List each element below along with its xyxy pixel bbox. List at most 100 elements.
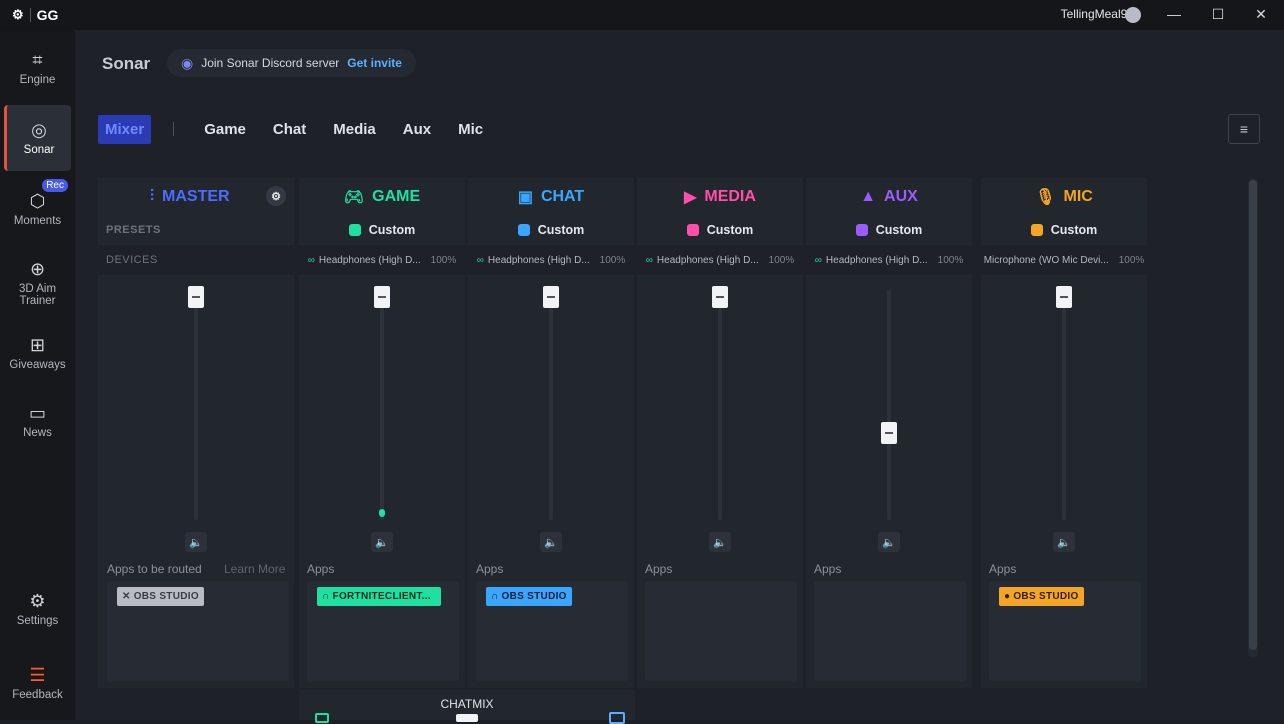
mic-device-row[interactable]: Microphone (WO Mic Devi... 100% <box>981 245 1147 275</box>
aux-apps-box[interactable] <box>814 581 966 681</box>
microphone-icon: 🎙︎ <box>1035 188 1056 206</box>
mic-mute-button[interactable]: 🔈 <box>1053 532 1075 552</box>
master-header: ⫶ MASTER ⚙ <box>98 178 294 215</box>
tab-chat[interactable]: Chat <box>273 121 306 138</box>
chat-device-row[interactable]: ∞ Headphones (High D... 100% <box>468 245 634 275</box>
aux-volume-knob[interactable] <box>881 422 897 445</box>
master-title: MASTER <box>162 187 230 205</box>
preset-icon <box>517 224 530 236</box>
game-volume-track[interactable] <box>380 290 384 520</box>
preset-icon <box>1030 224 1043 236</box>
hamburger-menu-button[interactable]: ≡ <box>1228 114 1260 144</box>
sidebar-item-label: Engine <box>19 74 56 86</box>
link-icon: ∞ <box>307 254 315 266</box>
master-volume-knob[interactable] <box>188 286 204 308</box>
mic-preset-selector[interactable]: Custom <box>981 215 1147 245</box>
get-invite-link[interactable]: Get invite <box>347 56 402 70</box>
media-preset-selector[interactable]: Custom <box>637 215 803 245</box>
aux-volume-track[interactable] <box>887 290 891 520</box>
tab-mic[interactable]: Mic <box>458 121 483 138</box>
mic-apps-label: Apps <box>989 562 1017 576</box>
username[interactable]: TellingMeal94 <box>1061 7 1134 21</box>
game-volume-knob[interactable] <box>374 286 390 308</box>
app-chip-fortnite[interactable]: ∩ FORTNITECLIENT... <box>317 587 441 606</box>
game-mute-button[interactable]: 🔈 <box>371 532 393 552</box>
app-chip-obs-studio[interactable]: ✕ OBS STUDIO <box>117 587 204 606</box>
media-device-row[interactable]: ∞ Headphones (High D... 100% <box>637 245 803 275</box>
master-volume-track[interactable] <box>194 290 198 520</box>
chat-header: ▣ CHAT <box>468 178 634 215</box>
discord-text: Join Sonar Discord server <box>201 56 340 70</box>
preset-icon <box>686 224 699 236</box>
discord-icon: ◉ <box>181 54 194 71</box>
master-mute-button[interactable]: 🔈 <box>185 532 207 552</box>
minimize-button[interactable]: — <box>1166 6 1182 22</box>
game-device-row[interactable]: ∞ Headphones (High D... 100% <box>299 245 465 275</box>
sidebar-item-moments[interactable]: Rec ⬡ Moments <box>4 176 71 242</box>
preset-icon <box>348 224 361 236</box>
aux-device-name: Headphones (High D... <box>825 254 928 266</box>
sidebar-item-label: Settings <box>16 615 59 627</box>
close-button[interactable]: ✕ <box>1253 6 1269 22</box>
aux-device-row[interactable]: ∞ Headphones (High D... 100% <box>806 245 972 275</box>
main-panel: Sonar ◉ Join Sonar Discord server Get in… <box>75 30 1284 724</box>
sidebar-item-aim-trainer[interactable]: ⊕ 3D Aim Trainer <box>4 247 71 319</box>
sidebar-item-news[interactable]: ▭ News <box>4 388 71 454</box>
media-apps-box[interactable] <box>645 581 797 681</box>
chatmix-slider-knob[interactable] <box>456 714 478 722</box>
app-chip-obs-studio[interactable]: ● OBS STUDIO <box>999 587 1084 606</box>
chat-body: 🔈 Apps ∩ OBS STUDIO <box>468 275 634 688</box>
master-apps-box[interactable]: ✕ OBS STUDIO <box>107 581 289 681</box>
chat-volume-knob[interactable] <box>543 286 559 308</box>
mic-volume-track[interactable] <box>1062 290 1066 520</box>
aux-mute-button[interactable]: 🔈 <box>878 532 900 552</box>
master-settings-button[interactable]: ⚙ <box>266 186 286 206</box>
tab-divider <box>173 122 175 136</box>
sidebar-item-giveaways[interactable]: ⊞ Giveaways <box>4 320 71 386</box>
tab-aux[interactable]: Aux <box>403 121 431 138</box>
avatar[interactable] <box>1125 7 1141 23</box>
sidebar-item-settings[interactable]: ⚙ Settings <box>4 576 71 642</box>
media-volume-knob[interactable] <box>712 286 728 308</box>
app-chip-obs-studio[interactable]: ∩ OBS STUDIO <box>486 587 572 606</box>
aux-preset-selector[interactable]: Custom <box>806 215 972 245</box>
media-preset-label: Custom <box>706 223 754 237</box>
game-body: 🔈 Apps ∩ FORTNITECLIENT... <box>299 275 465 688</box>
chat-mute-button[interactable]: 🔈 <box>540 532 562 552</box>
chat-volume-track[interactable] <box>549 290 553 520</box>
game-title: GAME <box>372 187 421 205</box>
microphone-icon: ● <box>1004 591 1011 602</box>
sidebar-item-sonar[interactable]: ◎ Sonar <box>4 105 71 171</box>
chat-icon <box>609 712 625 724</box>
maximize-button[interactable]: ☐ <box>1210 6 1226 22</box>
equalizer-icon: ⫶ <box>150 187 155 205</box>
mic-device-percent: 100% <box>1118 254 1145 266</box>
media-device-percent: 100% <box>768 254 795 266</box>
sidebar-item-engine[interactable]: ⌗ Engine <box>4 35 71 101</box>
learn-more-link[interactable]: Learn More <box>224 562 285 576</box>
tab-media[interactable]: Media <box>333 121 376 138</box>
media-mute-button[interactable]: 🔈 <box>709 532 731 552</box>
chat-apps-box[interactable]: ∩ OBS STUDIO <box>476 581 628 681</box>
aux-device-percent: 100% <box>937 254 964 266</box>
chat-apps-label: Apps <box>476 562 504 576</box>
mic-volume-knob[interactable] <box>1056 286 1072 308</box>
aux-title: AUX <box>884 187 918 205</box>
game-preset-selector[interactable]: Custom <box>299 215 465 245</box>
discord-banner[interactable]: ◉ Join Sonar Discord server Get invite <box>167 49 416 77</box>
chat-preset-selector[interactable]: Custom <box>468 215 634 245</box>
media-volume-track[interactable] <box>718 290 722 520</box>
mic-apps-box[interactable]: ● OBS STUDIO <box>989 581 1141 681</box>
scrollbar-thumb[interactable] <box>1249 180 1257 650</box>
sidebar-item-feedback[interactable]: ☰ Feedback <box>4 650 71 716</box>
speaker-icon: 🔈 <box>189 536 203 549</box>
devices-label: DEVICES <box>106 254 158 266</box>
page-title: Sonar <box>102 54 151 73</box>
mic-title: MIC <box>1063 187 1093 205</box>
speaker-icon: 🔈 <box>1057 536 1071 549</box>
game-apps-box[interactable]: ∩ FORTNITECLIENT... <box>307 581 459 681</box>
tab-mixer[interactable]: Mixer <box>98 114 152 144</box>
tab-game[interactable]: Game <box>204 121 246 138</box>
play-icon: ▶ <box>684 188 697 206</box>
headphones-icon: ∩ <box>491 591 499 602</box>
